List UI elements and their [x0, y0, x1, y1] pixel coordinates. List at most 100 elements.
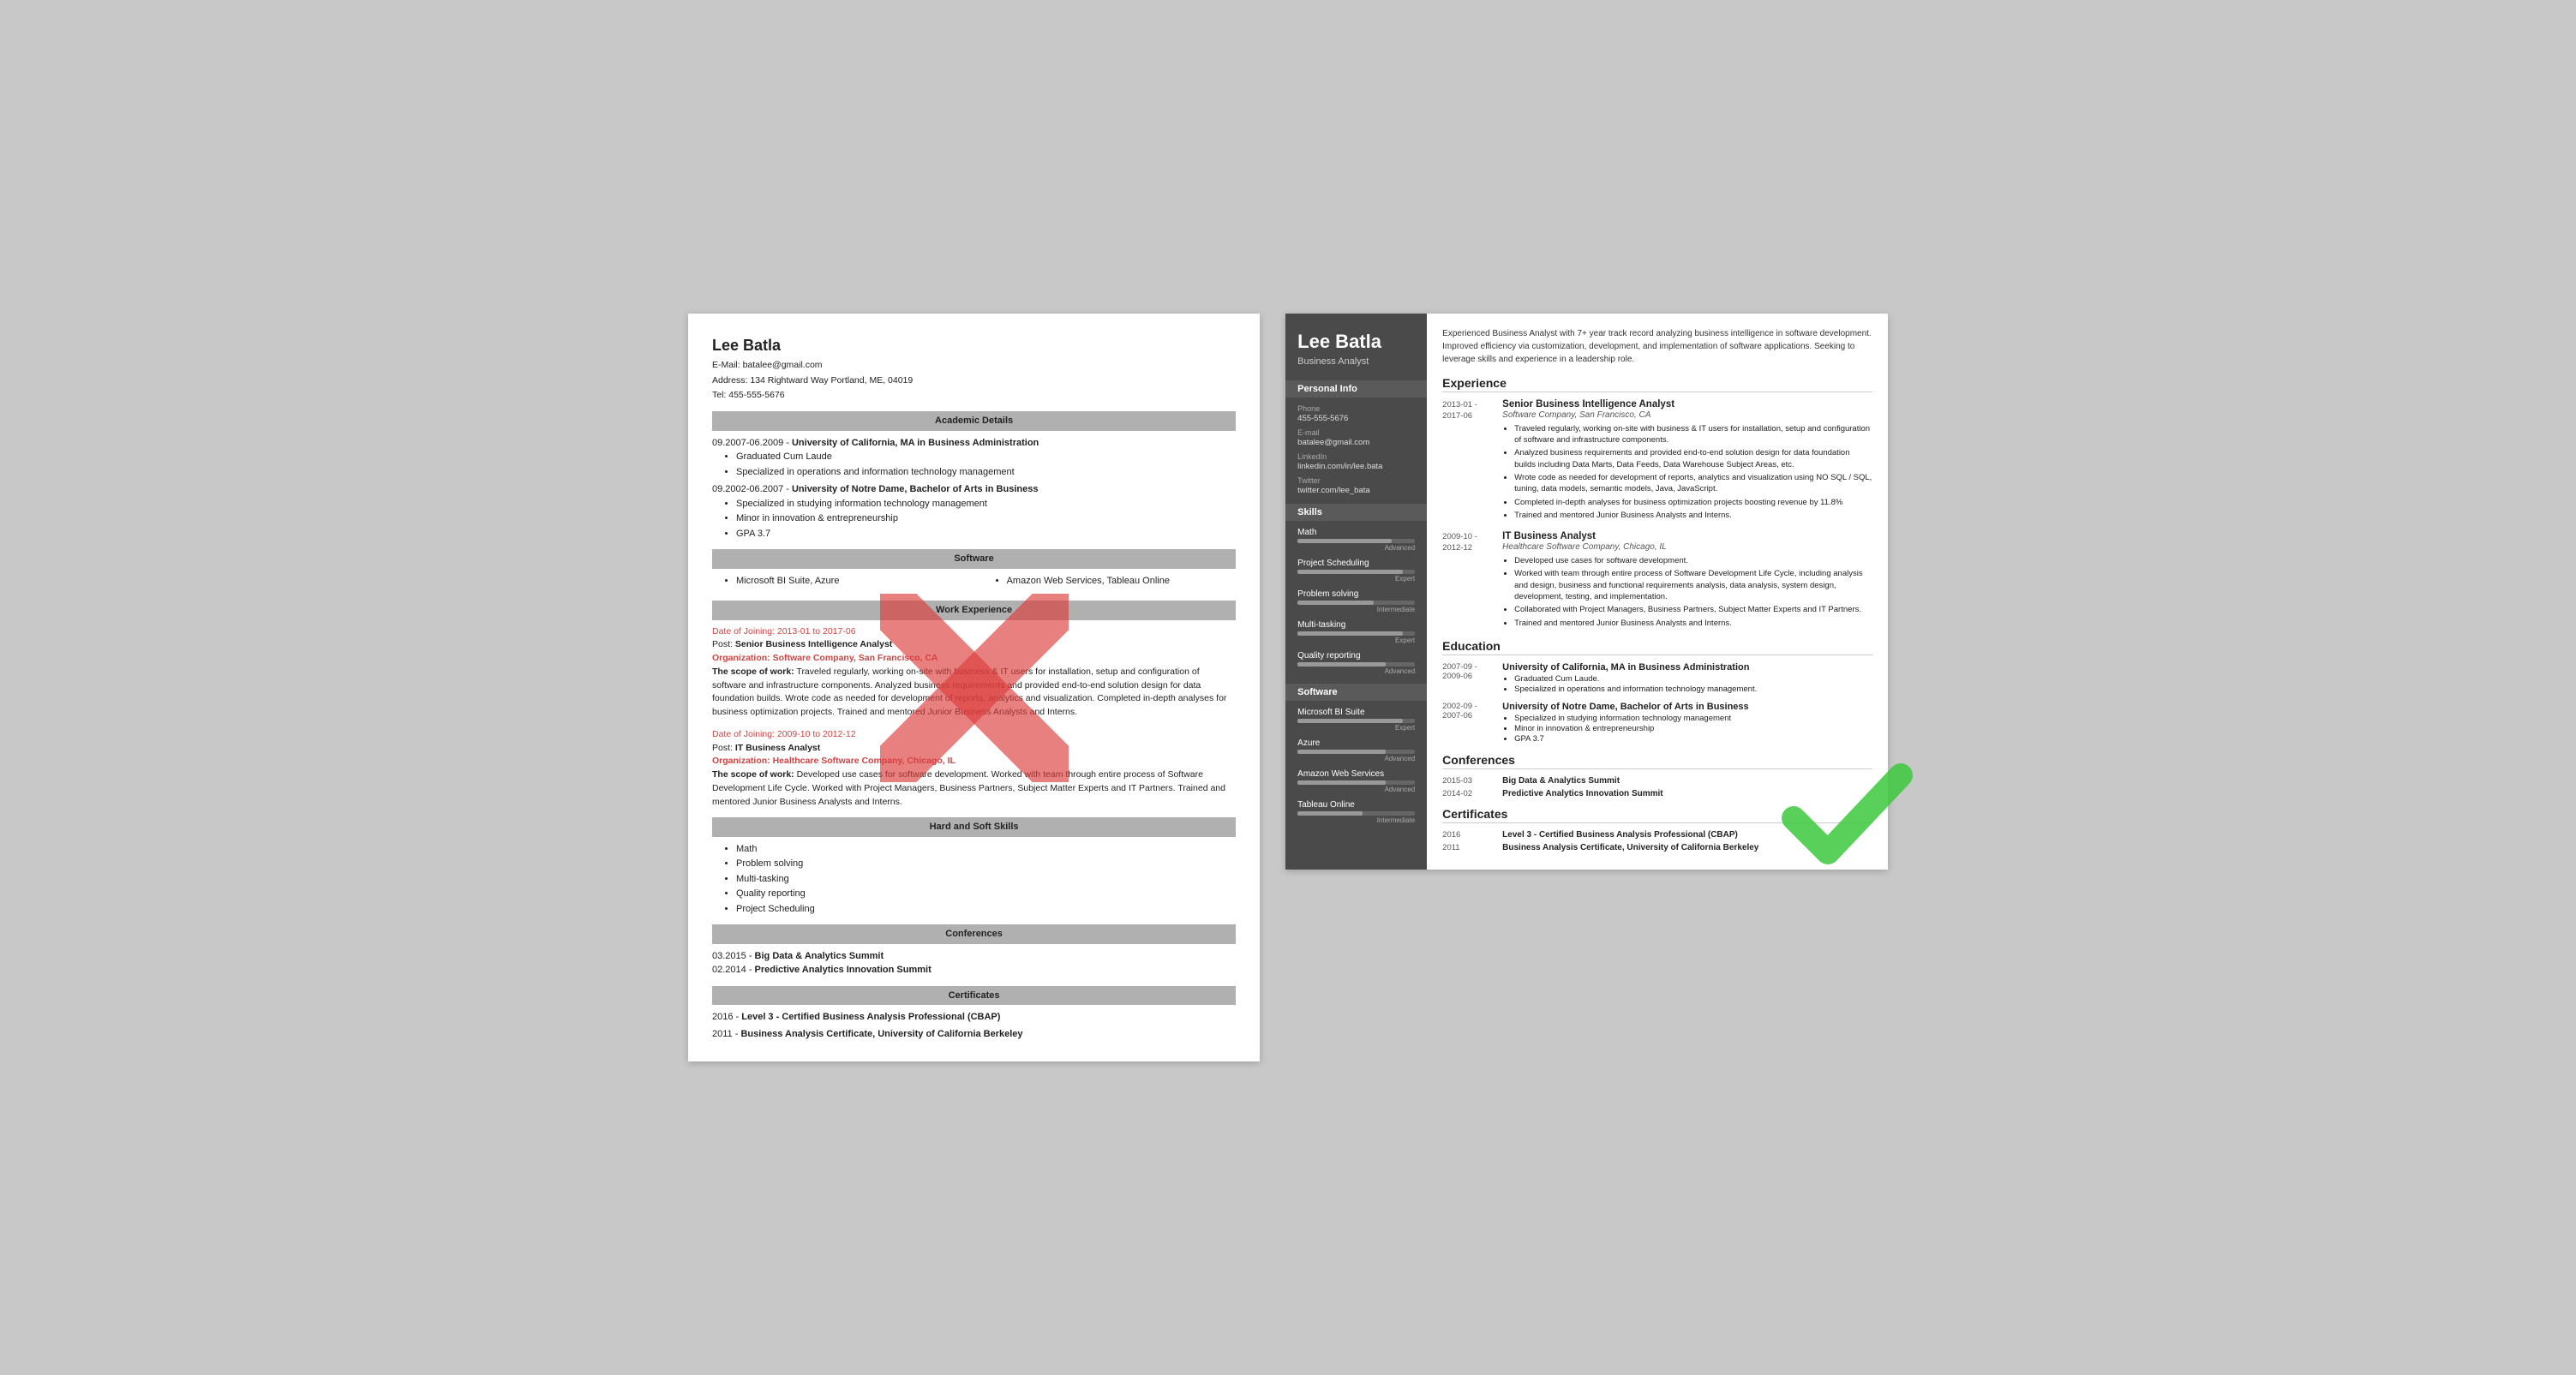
left-email: E-Mail: batalee@gmail.com [712, 359, 1236, 373]
personal-info-label: Personal Info [1285, 380, 1427, 398]
experience-section-title: Experience [1442, 376, 1872, 392]
skill-name: Multi-tasking [1297, 620, 1415, 630]
sidebar: Lee Batla Business Analyst Personal Info… [1285, 314, 1427, 870]
edu-bullet: Graduated Cum Laude. [1514, 674, 1872, 684]
skill-bar-bg [1297, 601, 1415, 605]
software-title: Software [712, 549, 1236, 569]
resume-left: Lee Batla E-Mail: batalee@gmail.com Addr… [688, 314, 1260, 1062]
exp-bullet: Worked with team through entire process … [1514, 568, 1872, 602]
linkedin-label: LinkedIn [1297, 452, 1415, 461]
skill-bar-fill [1297, 662, 1386, 667]
resume-right: Lee Batla Business Analyst Personal Info… [1285, 314, 1888, 870]
work-scope-1: The scope of work: Traveled regularly, w… [712, 666, 1236, 720]
edu-entry: 2007-09 -2009-06 University of Californi… [1442, 662, 1872, 695]
cert-entry-1: 2016 - Level 3 - Certified Business Anal… [712, 1010, 1236, 1025]
cert-entry: 2016 Level 3 - Certified Business Analys… [1442, 830, 1872, 840]
software-bar-bg [1297, 780, 1415, 785]
certificates-container: 2016 Level 3 - Certified Business Analys… [1442, 830, 1872, 852]
edu-entry: 2002-09 -2007-06 University of Notre Dam… [1442, 702, 1872, 744]
work-title: Work Experience [712, 601, 1236, 620]
work-date-2: Date of Joining: 2009-10 to 2012-12 [712, 728, 1236, 742]
edu-title: University of California, MA in Business… [1502, 662, 1872, 673]
education-section-title: Education [1442, 639, 1872, 655]
exp-bullet: Developed use cases for software develop… [1514, 555, 1872, 566]
exp-bullet: Analyzed business requirements and provi… [1514, 447, 1872, 470]
conf-name: Big Data & Analytics Summit [1502, 776, 1620, 786]
edu-date: 2002-09 -2007-06 [1442, 702, 1494, 744]
skill-level: Expert [1297, 637, 1415, 644]
software-col2: Amazon Web Services, Tableau Online [1007, 574, 1237, 589]
linkedin-value: linkedin.com/in/lee.bata [1297, 462, 1415, 471]
software-bar-bg [1297, 811, 1415, 816]
cert-name: Level 3 - Certified Business Analysis Pr… [1502, 830, 1738, 840]
edu-bullet: Minor in innovation & entrepreneurship [1514, 724, 1872, 733]
software-bar-bg [1297, 750, 1415, 754]
edu-title: University of Notre Dame, Bachelor of Ar… [1502, 702, 1872, 712]
main-container: Lee Batla E-Mail: batalee@gmail.com Addr… [688, 314, 1888, 1062]
academic-bullet: Specialized in studying information tech… [736, 497, 1236, 511]
skill-bar-bg [1297, 631, 1415, 636]
exp-company: Software Company, San Francisco, CA [1502, 410, 1872, 420]
phone-value: 455-555-5676 [1297, 414, 1415, 423]
edu-date: 2007-09 -2009-06 [1442, 662, 1494, 695]
academic-bullet: Graduated Cum Laude [736, 450, 1236, 464]
experience-container: 2013-01 -2017-06 Senior Business Intelli… [1442, 399, 1872, 631]
skill-item: Quality reporting [736, 887, 1236, 901]
conferences-section-title: Conferences [1442, 753, 1872, 769]
skill-name: Project Scheduling [1297, 559, 1415, 568]
software-bar-fill [1297, 780, 1386, 785]
cert-name: Business Analysis Certificate, Universit… [1502, 843, 1758, 852]
software-bar-bg [1297, 719, 1415, 723]
software-item: Amazon Web Services Advanced [1297, 769, 1415, 793]
exp-entry: 2009-10 -2012-12 IT Business Analyst Hea… [1442, 531, 1872, 631]
edu-bullet: GPA 3.7 [1514, 734, 1872, 744]
exp-details: Senior Business Intelligence Analyst Sof… [1502, 399, 1872, 523]
skill-item: Problem solving Intermediate [1297, 589, 1415, 613]
work-org-2: Organization: Healthcare Software Compan… [712, 755, 1236, 768]
skill-level: Advanced [1297, 667, 1415, 675]
academic-date-1: 09.2007-06.2009 - [712, 438, 792, 448]
software-item: Microsoft BI Suite Expert [1297, 708, 1415, 732]
left-tel: Tel: 455-555-5676 [712, 389, 1236, 403]
work-post-1: Post: Senior Business Intelligence Analy… [712, 638, 1236, 652]
academic-degree-1: University of California, MA in Business… [792, 438, 1039, 448]
skill-level: Advanced [1297, 544, 1415, 552]
email-label: E-mail [1297, 428, 1415, 437]
twitter-label: Twitter [1297, 476, 1415, 485]
software-name: Tableau Online [1297, 800, 1415, 810]
software-level: Advanced [1297, 786, 1415, 793]
academic-bullets-2: Specialized in studying information tech… [736, 497, 1236, 541]
skill-item: Multi-tasking Expert [1297, 620, 1415, 644]
skill-name: Math [1297, 528, 1415, 537]
academic-entry-1: 09.2007-06.2009 - University of Californ… [712, 436, 1236, 480]
skill-name: Problem solving [1297, 589, 1415, 599]
work-post-2: Post: IT Business Analyst [712, 742, 1236, 756]
academic-date-2: 09.2002-06.2007 - [712, 484, 792, 494]
summary: Experienced Business Analyst with 7+ yea… [1442, 327, 1872, 366]
work-org-1: Organization: Software Company, San Fran… [712, 652, 1236, 666]
academic-bullet: Minor in innovation & entrepreneurship [736, 511, 1236, 526]
cert-entry-2: 2011 - Business Analysis Certificate, Un… [712, 1027, 1236, 1042]
skills-list: Math Problem solving Multi-tasking Quali… [736, 842, 1236, 917]
edu-bullet: Specialized in operations and informatio… [1514, 685, 1872, 694]
certificates-title: Certificates [712, 986, 1236, 1006]
skill-item: Project Scheduling Expert [1297, 559, 1415, 583]
software-section-label: Software [1285, 684, 1427, 701]
edu-details: University of Notre Dame, Bachelor of Ar… [1502, 702, 1872, 744]
software-item: Microsoft BI Suite, Azure [736, 574, 966, 589]
conf-entry-1: 03.2015 - Big Data & Analytics Summit [712, 949, 1236, 964]
edu-bullets: Graduated Cum Laude.Specialized in opera… [1514, 674, 1872, 694]
conf-date: 2014-02 [1442, 789, 1494, 798]
software-bar-fill [1297, 811, 1362, 816]
twitter-value: twitter.com/lee_bata [1297, 486, 1415, 495]
conf-date: 2015-03 [1442, 776, 1494, 786]
exp-bullet: Completed in-depth analyses for business… [1514, 497, 1872, 508]
exp-details: IT Business Analyst Healthcare Software … [1502, 531, 1872, 631]
sidebar-title: Business Analyst [1297, 356, 1415, 367]
software-container: Microsoft BI Suite Expert Azure Advanced… [1297, 708, 1415, 824]
academic-degree-2: University of Notre Dame, Bachelor of Ar… [792, 484, 1039, 494]
skills-title: Hard and Soft Skills [712, 817, 1236, 837]
skills-section-label: Skills [1285, 504, 1427, 521]
software-item: Amazon Web Services, Tableau Online [1007, 574, 1237, 589]
cert-year: 2016 [1442, 830, 1494, 840]
